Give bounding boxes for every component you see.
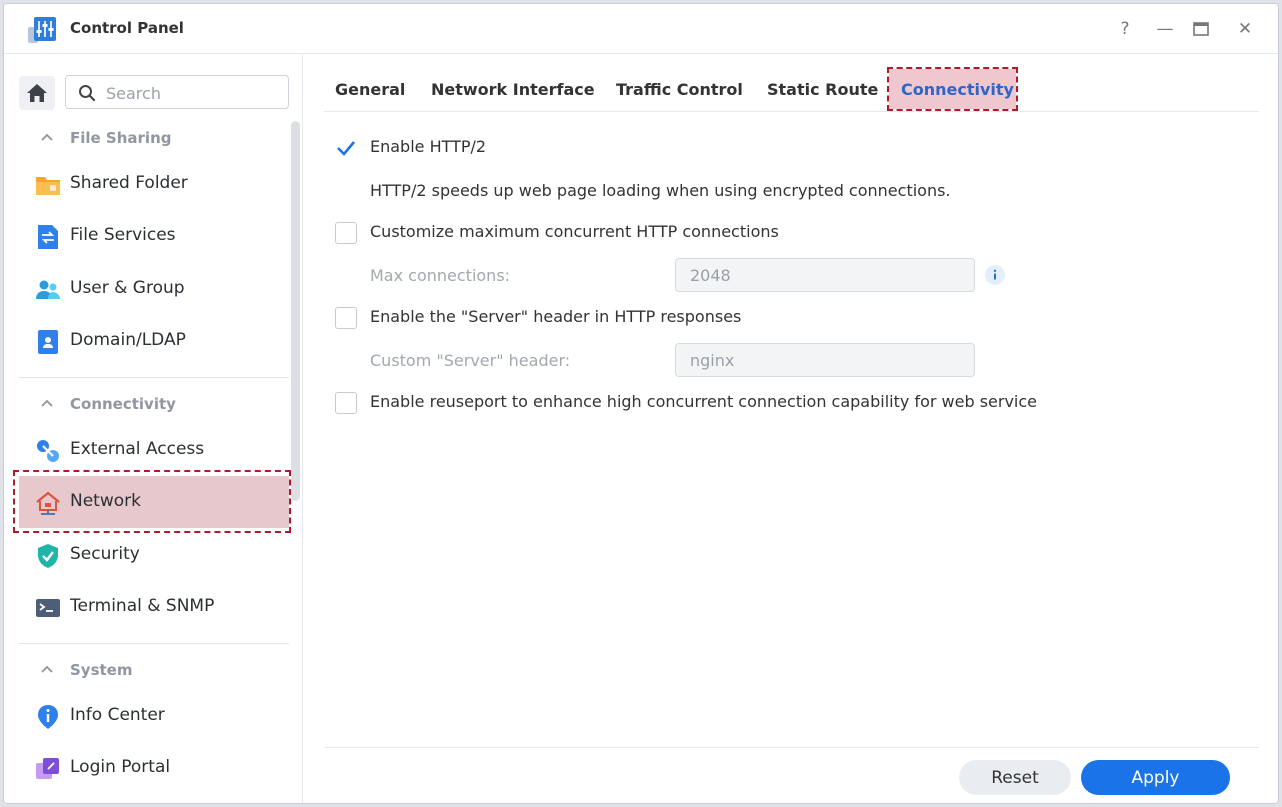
section-label: Connectivity <box>70 395 176 413</box>
max-connections-label: Customize maximum concurrent HTTP connec… <box>370 222 779 241</box>
max-connections-checkbox[interactable] <box>335 222 357 244</box>
reset-button[interactable]: Reset <box>959 760 1071 795</box>
section-divider <box>19 643 289 644</box>
reuseport-label: Enable reuseport to enhance high concurr… <box>370 392 1037 411</box>
sidebar-item-user-group[interactable]: User & Group <box>19 263 289 315</box>
minimize-icon[interactable]: — <box>1152 16 1178 42</box>
sidebar-item-info-center[interactable]: Info Center <box>19 690 289 742</box>
reuseport-checkbox[interactable] <box>335 392 357 414</box>
server-header-field-label: Custom "Server" header: <box>370 351 571 370</box>
user-group-icon <box>36 280 60 299</box>
file-services-icon <box>38 225 58 249</box>
maximize-icon[interactable] <box>1192 20 1210 38</box>
section-file-sharing[interactable]: File Sharing <box>19 123 289 153</box>
sidebar: File Sharing Shared Folder File Services <box>4 55 303 803</box>
sidebar-item-login-portal[interactable]: Login Portal <box>19 742 289 794</box>
terminal-icon <box>36 599 60 617</box>
footer-divider <box>324 747 1259 748</box>
tab-general[interactable]: General <box>335 80 405 99</box>
sidebar-scrollbar[interactable] <box>291 121 300 501</box>
tab-connectivity[interactable]: Connectivity <box>901 80 1014 99</box>
server-header-checkbox[interactable] <box>335 307 357 329</box>
server-header-label: Enable the "Server" header in HTTP respo… <box>370 307 742 326</box>
domain-ldap-icon <box>38 330 58 354</box>
sidebar-item-label: Login Portal <box>70 757 171 777</box>
tab-bar: General Network Interface Traffic Contro… <box>324 55 1259 112</box>
section-system[interactable]: System <box>19 655 289 685</box>
sidebar-item-label: Domain/LDAP <box>70 330 186 350</box>
shield-check-icon <box>38 544 58 568</box>
sidebar-item-terminal-snmp[interactable]: Terminal & SNMP <box>19 581 289 633</box>
sidebar-item-label: Info Center <box>70 705 165 725</box>
control-panel-app-icon <box>28 17 56 43</box>
sidebar-item-label: User & Group <box>70 278 185 298</box>
max-connections-field-label: Max connections: <box>370 266 511 285</box>
login-portal-icon <box>36 758 59 779</box>
section-label: File Sharing <box>70 129 172 147</box>
tab-network-interface[interactable]: Network Interface <box>431 80 595 99</box>
tab-static-route[interactable]: Static Route <box>767 80 878 99</box>
sidebar-item-network[interactable]: Network <box>19 476 289 528</box>
network-house-icon <box>36 491 60 515</box>
http2-checkbox[interactable] <box>335 137 357 159</box>
sidebar-item-security[interactable]: Security <box>19 529 289 581</box>
search-input[interactable] <box>106 82 276 104</box>
control-panel-window: Control Panel ? — ✕ File Sharing <box>3 3 1279 804</box>
info-center-icon <box>38 705 58 729</box>
chevron-up-icon <box>41 133 53 141</box>
chevron-up-icon <box>41 665 53 673</box>
sidebar-item-shared-folder[interactable]: Shared Folder <box>19 158 289 210</box>
sidebar-item-label: Security <box>70 544 140 564</box>
apply-button[interactable]: Apply <box>1081 760 1230 795</box>
window-title: Control Panel <box>70 19 184 37</box>
http2-description: HTTP/2 speeds up web page loading when u… <box>370 181 951 200</box>
sidebar-item-label: Shared Folder <box>70 173 188 193</box>
sidebar-item-label: Network <box>70 491 141 511</box>
folder-icon <box>36 177 60 195</box>
info-icon[interactable] <box>984 264 1006 286</box>
section-connectivity[interactable]: Connectivity <box>19 389 289 419</box>
close-icon[interactable]: ✕ <box>1232 16 1258 42</box>
sidebar-item-external-access[interactable]: External Access <box>19 424 289 476</box>
search-box[interactable] <box>65 75 289 109</box>
section-divider <box>19 377 289 378</box>
sidebar-item-domain-ldap[interactable]: Domain/LDAP <box>19 315 289 367</box>
home-icon <box>27 84 47 102</box>
main-content: General Network Interface Traffic Contro… <box>304 55 1278 803</box>
http2-label: Enable HTTP/2 <box>370 137 487 156</box>
help-icon[interactable]: ? <box>1112 16 1138 42</box>
title-bar: Control Panel ? — ✕ <box>4 4 1278 54</box>
sidebar-item-label: External Access <box>70 439 205 459</box>
sidebar-item-label: Terminal & SNMP <box>70 596 215 616</box>
external-access-icon <box>37 440 59 462</box>
sidebar-item-label: File Services <box>70 225 176 245</box>
chevron-up-icon <box>41 399 53 407</box>
max-connections-input[interactable] <box>675 258 975 292</box>
section-label: System <box>70 661 133 679</box>
home-button[interactable] <box>19 76 55 110</box>
server-header-input[interactable] <box>675 343 975 377</box>
tab-traffic-control[interactable]: Traffic Control <box>616 80 743 99</box>
sidebar-item-file-services[interactable]: File Services <box>19 210 289 262</box>
search-icon <box>79 85 96 102</box>
